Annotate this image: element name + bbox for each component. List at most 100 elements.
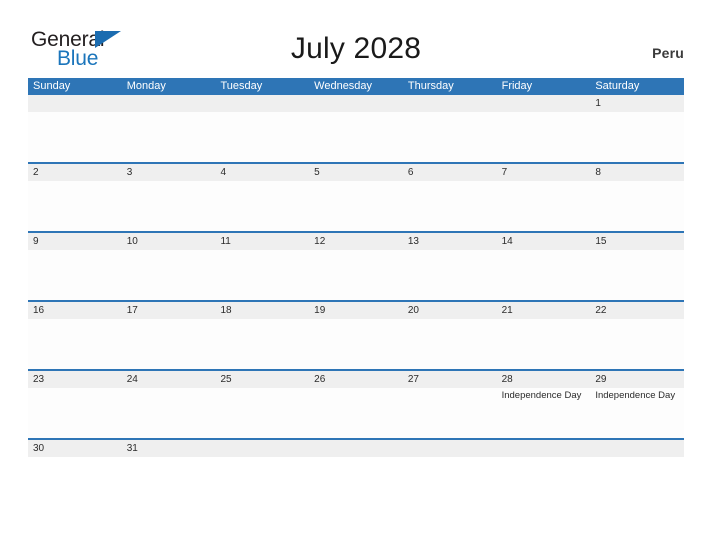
calendar-day-cell-empty[interactable]: [590, 440, 685, 457]
day-number-band: 8: [590, 164, 685, 181]
day-number-band: 16: [28, 302, 122, 319]
day-events-area: [590, 181, 685, 231]
calendar-week-row: 23 24 25 26 27 28 Independence Day 29 Independen…: [28, 369, 685, 438]
day-number: 30: [33, 443, 45, 454]
day-number: 23: [33, 374, 45, 385]
calendar-day-cell-empty[interactable]: [215, 440, 310, 457]
calendar-day-cell-empty[interactable]: [121, 95, 216, 162]
day-number-band: 17: [121, 302, 216, 319]
day-number: 20: [407, 305, 419, 316]
day-number: 15: [595, 236, 607, 247]
calendar-day-cell-empty[interactable]: [28, 95, 122, 162]
country-label: Peru: [652, 45, 684, 61]
day-events-area: [309, 181, 403, 231]
calendar-week-cells: 1: [28, 95, 685, 162]
calendar-day-cell[interactable]: 14: [496, 233, 591, 300]
calendar-day-cell[interactable]: 13: [402, 233, 497, 300]
calendar-day-cell-empty[interactable]: [309, 440, 403, 457]
day-of-week-header: Monday: [126, 80, 166, 92]
calendar-day-cell[interactable]: 9: [28, 233, 122, 300]
day-events-area: [28, 112, 122, 162]
day-events-area: [121, 319, 216, 369]
calendar-day-cell[interactable]: 6: [402, 164, 497, 231]
calendar-day-cell[interactable]: 2: [28, 164, 122, 231]
calendar-day-cell[interactable]: 10: [121, 233, 216, 300]
day-events-area: [28, 181, 122, 231]
calendar-day-cell[interactable]: 29 Independence Day: [590, 371, 685, 438]
day-number: 8: [595, 167, 601, 178]
calendar-day-cell[interactable]: 3: [121, 164, 216, 231]
calendar-day-cell-empty[interactable]: [402, 440, 497, 457]
calendar-day-cell[interactable]: 8: [590, 164, 685, 231]
day-number: 31: [126, 443, 138, 454]
calendar-page: General Blue July 2028 Peru Sunday Monday…: [0, 0, 712, 550]
calendar-day-cell[interactable]: 27: [402, 371, 497, 438]
calendar-day-cell[interactable]: 15: [590, 233, 685, 300]
day-number-band: 1: [590, 95, 685, 112]
day-number-band: [402, 95, 497, 112]
calendar-day-cell[interactable]: 16: [28, 302, 122, 369]
day-number-band: [309, 95, 403, 112]
day-number-band: 7: [496, 164, 591, 181]
calendar-day-cell-empty[interactable]: [496, 440, 591, 457]
page-title: July 2028: [290, 32, 422, 65]
calendar-day-cell[interactable]: 21: [496, 302, 591, 369]
calendar-day-cell-empty[interactable]: [496, 95, 591, 162]
calendar-day-cell[interactable]: 12: [309, 233, 403, 300]
day-events-area: [215, 319, 310, 369]
calendar-day-cell-empty[interactable]: [215, 95, 310, 162]
calendar-day-cell[interactable]: 19: [309, 302, 403, 369]
day-events-area: [496, 181, 591, 231]
day-number: 24: [126, 374, 138, 385]
day-events-area: Independence Day: [590, 388, 685, 438]
calendar-week-cells: 16 17 18 19 20 21 22: [28, 302, 685, 369]
calendar-day-cell[interactable]: 26: [309, 371, 403, 438]
calendar-week-row: 2 3 4 5 6 7 8: [28, 162, 685, 231]
calendar-day-cell[interactable]: 28 Independence Day: [496, 371, 591, 438]
day-events-area: [402, 112, 497, 162]
calendar-week-row: 1: [28, 95, 685, 162]
day-events-area: [402, 250, 497, 300]
day-number-band: [215, 95, 310, 112]
day-number-band: 3: [121, 164, 216, 181]
day-number-band: 22: [590, 302, 685, 319]
day-of-week-header: Saturday: [595, 80, 640, 92]
day-number: 2: [33, 167, 39, 178]
day-number: 5: [314, 167, 320, 178]
calendar-day-cell[interactable]: 18: [215, 302, 310, 369]
day-number: 14: [501, 236, 513, 247]
day-number-band: 24: [121, 371, 216, 388]
calendar-day-cell[interactable]: 24: [121, 371, 216, 438]
day-number: 4: [220, 167, 226, 178]
calendar-day-cell[interactable]: 20: [402, 302, 497, 369]
calendar-day-cell[interactable]: 1: [590, 95, 685, 162]
day-number-band: 23: [28, 371, 122, 388]
calendar-day-cell[interactable]: 7: [496, 164, 591, 231]
calendar-day-cell-empty[interactable]: [402, 95, 497, 162]
day-of-week-header: Wednesday: [314, 80, 373, 92]
calendar-day-cell[interactable]: 5: [309, 164, 403, 231]
calendar-day-cell[interactable]: 25: [215, 371, 310, 438]
day-number-band: 6: [402, 164, 497, 181]
day-number-band: [215, 440, 310, 457]
day-events-area: [309, 319, 403, 369]
day-number-band: [28, 95, 122, 112]
calendar-day-cell[interactable]: 30: [28, 440, 122, 457]
calendar-day-cell[interactable]: 17: [121, 302, 216, 369]
calendar-day-cell[interactable]: 11: [215, 233, 310, 300]
day-number: 13: [407, 236, 419, 247]
calendar-day-cell[interactable]: 31: [121, 440, 216, 457]
day-number: 19: [314, 305, 326, 316]
day-of-week-header: Tuesday: [220, 80, 263, 92]
day-number-band: [590, 440, 685, 457]
calendar-day-cell-empty[interactable]: [309, 95, 403, 162]
day-number: 11: [220, 236, 231, 247]
day-events-area: [309, 250, 403, 300]
day-number-band: 20: [402, 302, 497, 319]
day-number-band: [496, 440, 591, 457]
day-number-band: 12: [309, 233, 403, 250]
calendar-day-cell[interactable]: 23: [28, 371, 122, 438]
calendar-day-cell[interactable]: 4: [215, 164, 310, 231]
calendar-day-cell[interactable]: 22: [590, 302, 685, 369]
day-number-band: 28: [496, 371, 591, 388]
